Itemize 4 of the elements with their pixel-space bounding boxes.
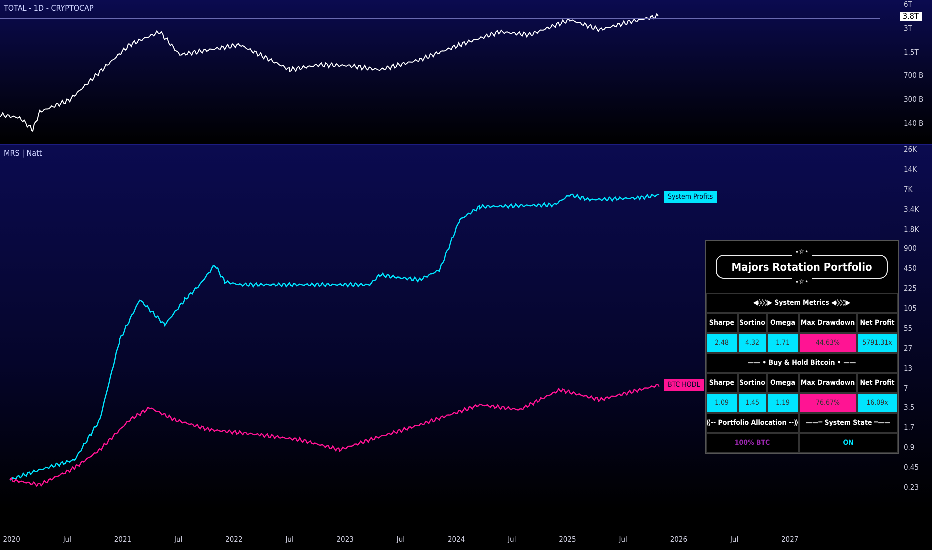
indicator-title: MRS | Natt xyxy=(4,149,42,158)
chart-title: TOTAL - 1D - CRYPTOCAP xyxy=(4,4,94,13)
table-title: Majors Rotation Portfolio xyxy=(732,260,872,274)
price-tag: 3.8T xyxy=(900,12,922,21)
